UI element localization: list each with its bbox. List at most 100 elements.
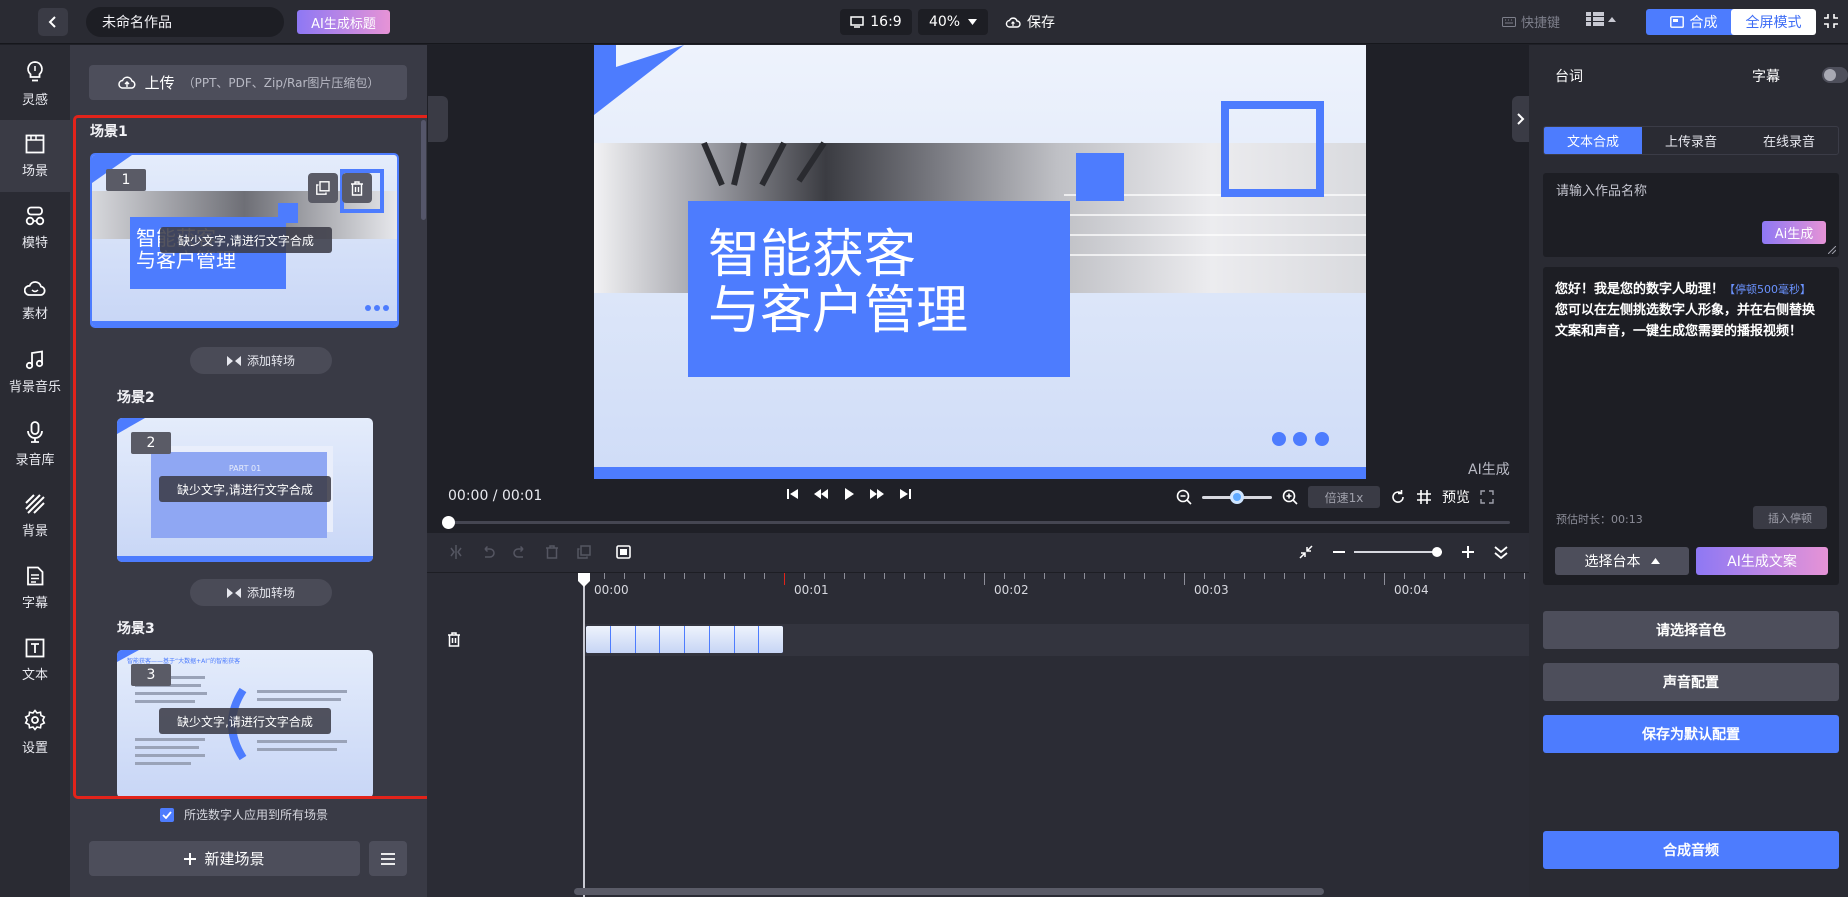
nav-item-subtitle[interactable]: 字幕 [0,552,70,624]
scene-list-scrollbar[interactable] [421,120,426,220]
fullscreen-mode-button[interactable]: 全屏模式 [1731,9,1816,35]
scene-number-badge: 2 [131,432,171,454]
collapse-right-panel-button[interactable] [1512,96,1530,142]
zoom-out-icon[interactable] [1176,489,1192,505]
lightbulb-icon [27,60,43,81]
undo-icon[interactable] [481,545,495,559]
save-default-config-button[interactable]: 保存为默认配置 [1543,715,1839,753]
skip-end-icon[interactable] [899,488,911,500]
zoom-in-icon[interactable] [1282,489,1298,505]
expand-icon[interactable] [1480,490,1494,504]
playback-progress-handle[interactable] [442,516,455,529]
ai-generate-copy-button[interactable]: AI生成文案 [1696,547,1828,575]
new-scene-label: 新建场景 [204,850,265,868]
nav-item-settings[interactable]: 设置 [0,696,70,768]
scene-thumbnail-3[interactable]: 智能获客——基于“大数据+AI”的智能获客 3 缺少文字,请进行文字合成 [117,650,373,798]
split-icon[interactable] [449,545,463,559]
apply-avatar-all-scenes[interactable]: 所选数字人应用到所有场景 [160,806,328,823]
scene-menu-button[interactable] [369,841,407,876]
shortcut-button[interactable]: 快捷键 [1502,12,1560,31]
compose-button[interactable]: 合成 [1646,9,1741,35]
ai-generate-title-button[interactable]: AI生成标题 [297,10,390,34]
save-button[interactable]: 保存 [1005,9,1055,35]
apply-all-checkbox[interactable] [160,807,174,822]
delete-scene-button[interactable] [342,173,372,203]
collapse-left-panel-button[interactable] [428,96,448,142]
compose-audio-button[interactable]: 合成音频 [1543,831,1839,869]
text-icon [25,638,45,657]
subtitle-toggle[interactable] [1822,67,1848,83]
copy-icon[interactable] [577,545,591,559]
timeline-zoom-out-icon[interactable] [1333,551,1345,553]
copy-icon [316,181,330,195]
nav-item-scene[interactable]: 场景 [0,120,70,192]
add-transition-button[interactable]: 添加转场 [190,579,332,606]
tab-text-synthesis[interactable]: 文本合成 [1544,127,1642,154]
timeline-playhead[interactable] [578,573,590,897]
nav-item-model[interactable]: 模特 [0,192,70,264]
tab-upload-recording[interactable]: 上传录音 [1642,127,1740,154]
collapse-timeline-icon[interactable] [1494,545,1508,559]
back-button[interactable] [38,8,68,36]
pause-tag[interactable]: 【停顿500毫秒】 [1724,283,1811,296]
delete-track-button[interactable] [447,632,461,647]
fit-timeline-icon[interactable] [1299,545,1313,559]
playback-speed-button[interactable]: 倍速1x [1308,486,1380,508]
layout-menu-button[interactable] [1586,12,1616,26]
nav-item-material[interactable]: 素材 [0,264,70,336]
monitor-icon [850,16,865,28]
preview-canvas[interactable]: 智能获客 与客户管理 [594,45,1366,479]
upload-button[interactable]: 上传 （PPT、PDF、Zip/Rar图片压缩包） [89,65,407,100]
voice-config-button[interactable]: 声音配置 [1543,663,1839,701]
timeline-zoom-slider[interactable] [1354,545,1442,559]
scene-thumbnail-1[interactable]: 智能获客 与客户管理 1 缺少文字,请进行文字合成 [90,153,399,328]
scene-thumbnail-2[interactable]: PART 01 2 缺少文字,请进行文字合成 [117,418,373,562]
timeline-clip[interactable] [586,626,783,653]
play-icon[interactable] [843,488,855,500]
playback-controls [787,488,911,500]
redo-icon[interactable] [513,545,527,559]
nav-item-bg-music[interactable]: 背景音乐 [0,336,70,408]
nav-item-recording-library[interactable]: 录音库 [0,408,70,480]
duplicate-scene-button[interactable] [308,173,338,203]
fast-forward-icon[interactable] [869,488,885,500]
rewind-icon[interactable] [813,488,829,500]
ai-generate-name-button[interactable]: Ai生成 [1762,221,1826,244]
delete-icon[interactable] [545,545,559,559]
timecode: 00:00 / 00:01 [448,488,543,504]
zoom-slider-knob[interactable] [1230,490,1244,504]
tab-online-recording[interactable]: 在线录音 [1740,127,1838,154]
nav-item-background[interactable]: 背景 [0,480,70,552]
skip-start-icon[interactable] [787,488,799,500]
slide-title[interactable]: 智能获客 与客户管理 [708,227,968,339]
script-textarea[interactable]: 您好！我是您的数字人助理！【停顿500毫秒】 您可以在左侧挑选数字人形象，并在右… [1543,267,1839,585]
scene-list[interactable]: 场景1 智能获客 与客户管理 1 缺少文字,请进行文字合成 添加转场 场 [76,115,421,798]
choose-voice-button[interactable]: 请选择音色 [1543,611,1839,649]
choose-script-button[interactable]: 选择台本 [1555,547,1689,575]
resize-handle-icon[interactable] [1828,246,1836,254]
insert-pause-button[interactable]: 插入停顿 [1753,506,1827,529]
zoom-value: 40% [928,14,961,30]
subtitle-icon [27,566,44,585]
nav-item-inspiration[interactable]: 灵感 [0,48,70,120]
timeline-zoom-in-icon[interactable] [1462,546,1474,558]
preview-button[interactable]: 预览 [1442,487,1470,507]
work-title-input[interactable] [86,7,284,37]
timeline-ruler[interactable]: 00:00 00:01 00:02 00:03 00:04 [584,573,1529,603]
screenshot-icon[interactable] [616,545,631,559]
nav-item-text[interactable]: 文本 [0,624,70,696]
grid-icon[interactable] [1416,489,1432,505]
playback-progress-bar[interactable] [448,521,1510,524]
timeline-horizontal-scrollbar[interactable] [574,888,1324,895]
add-transition-button[interactable]: 添加转场 [190,347,332,374]
zoom-dropdown[interactable]: 40% [918,9,988,35]
aspect-ratio-button[interactable]: 16:9 [840,9,912,35]
loop-icon[interactable] [1390,489,1406,505]
cloud-icon [24,280,46,296]
timeline-zoom-knob[interactable] [1432,547,1442,557]
collapse-screen-button[interactable] [1823,13,1839,29]
background-icon [25,493,45,514]
zoom-slider[interactable] [1202,490,1272,504]
clip-frame [709,626,734,653]
new-scene-button[interactable]: 新建场景 [89,841,360,876]
